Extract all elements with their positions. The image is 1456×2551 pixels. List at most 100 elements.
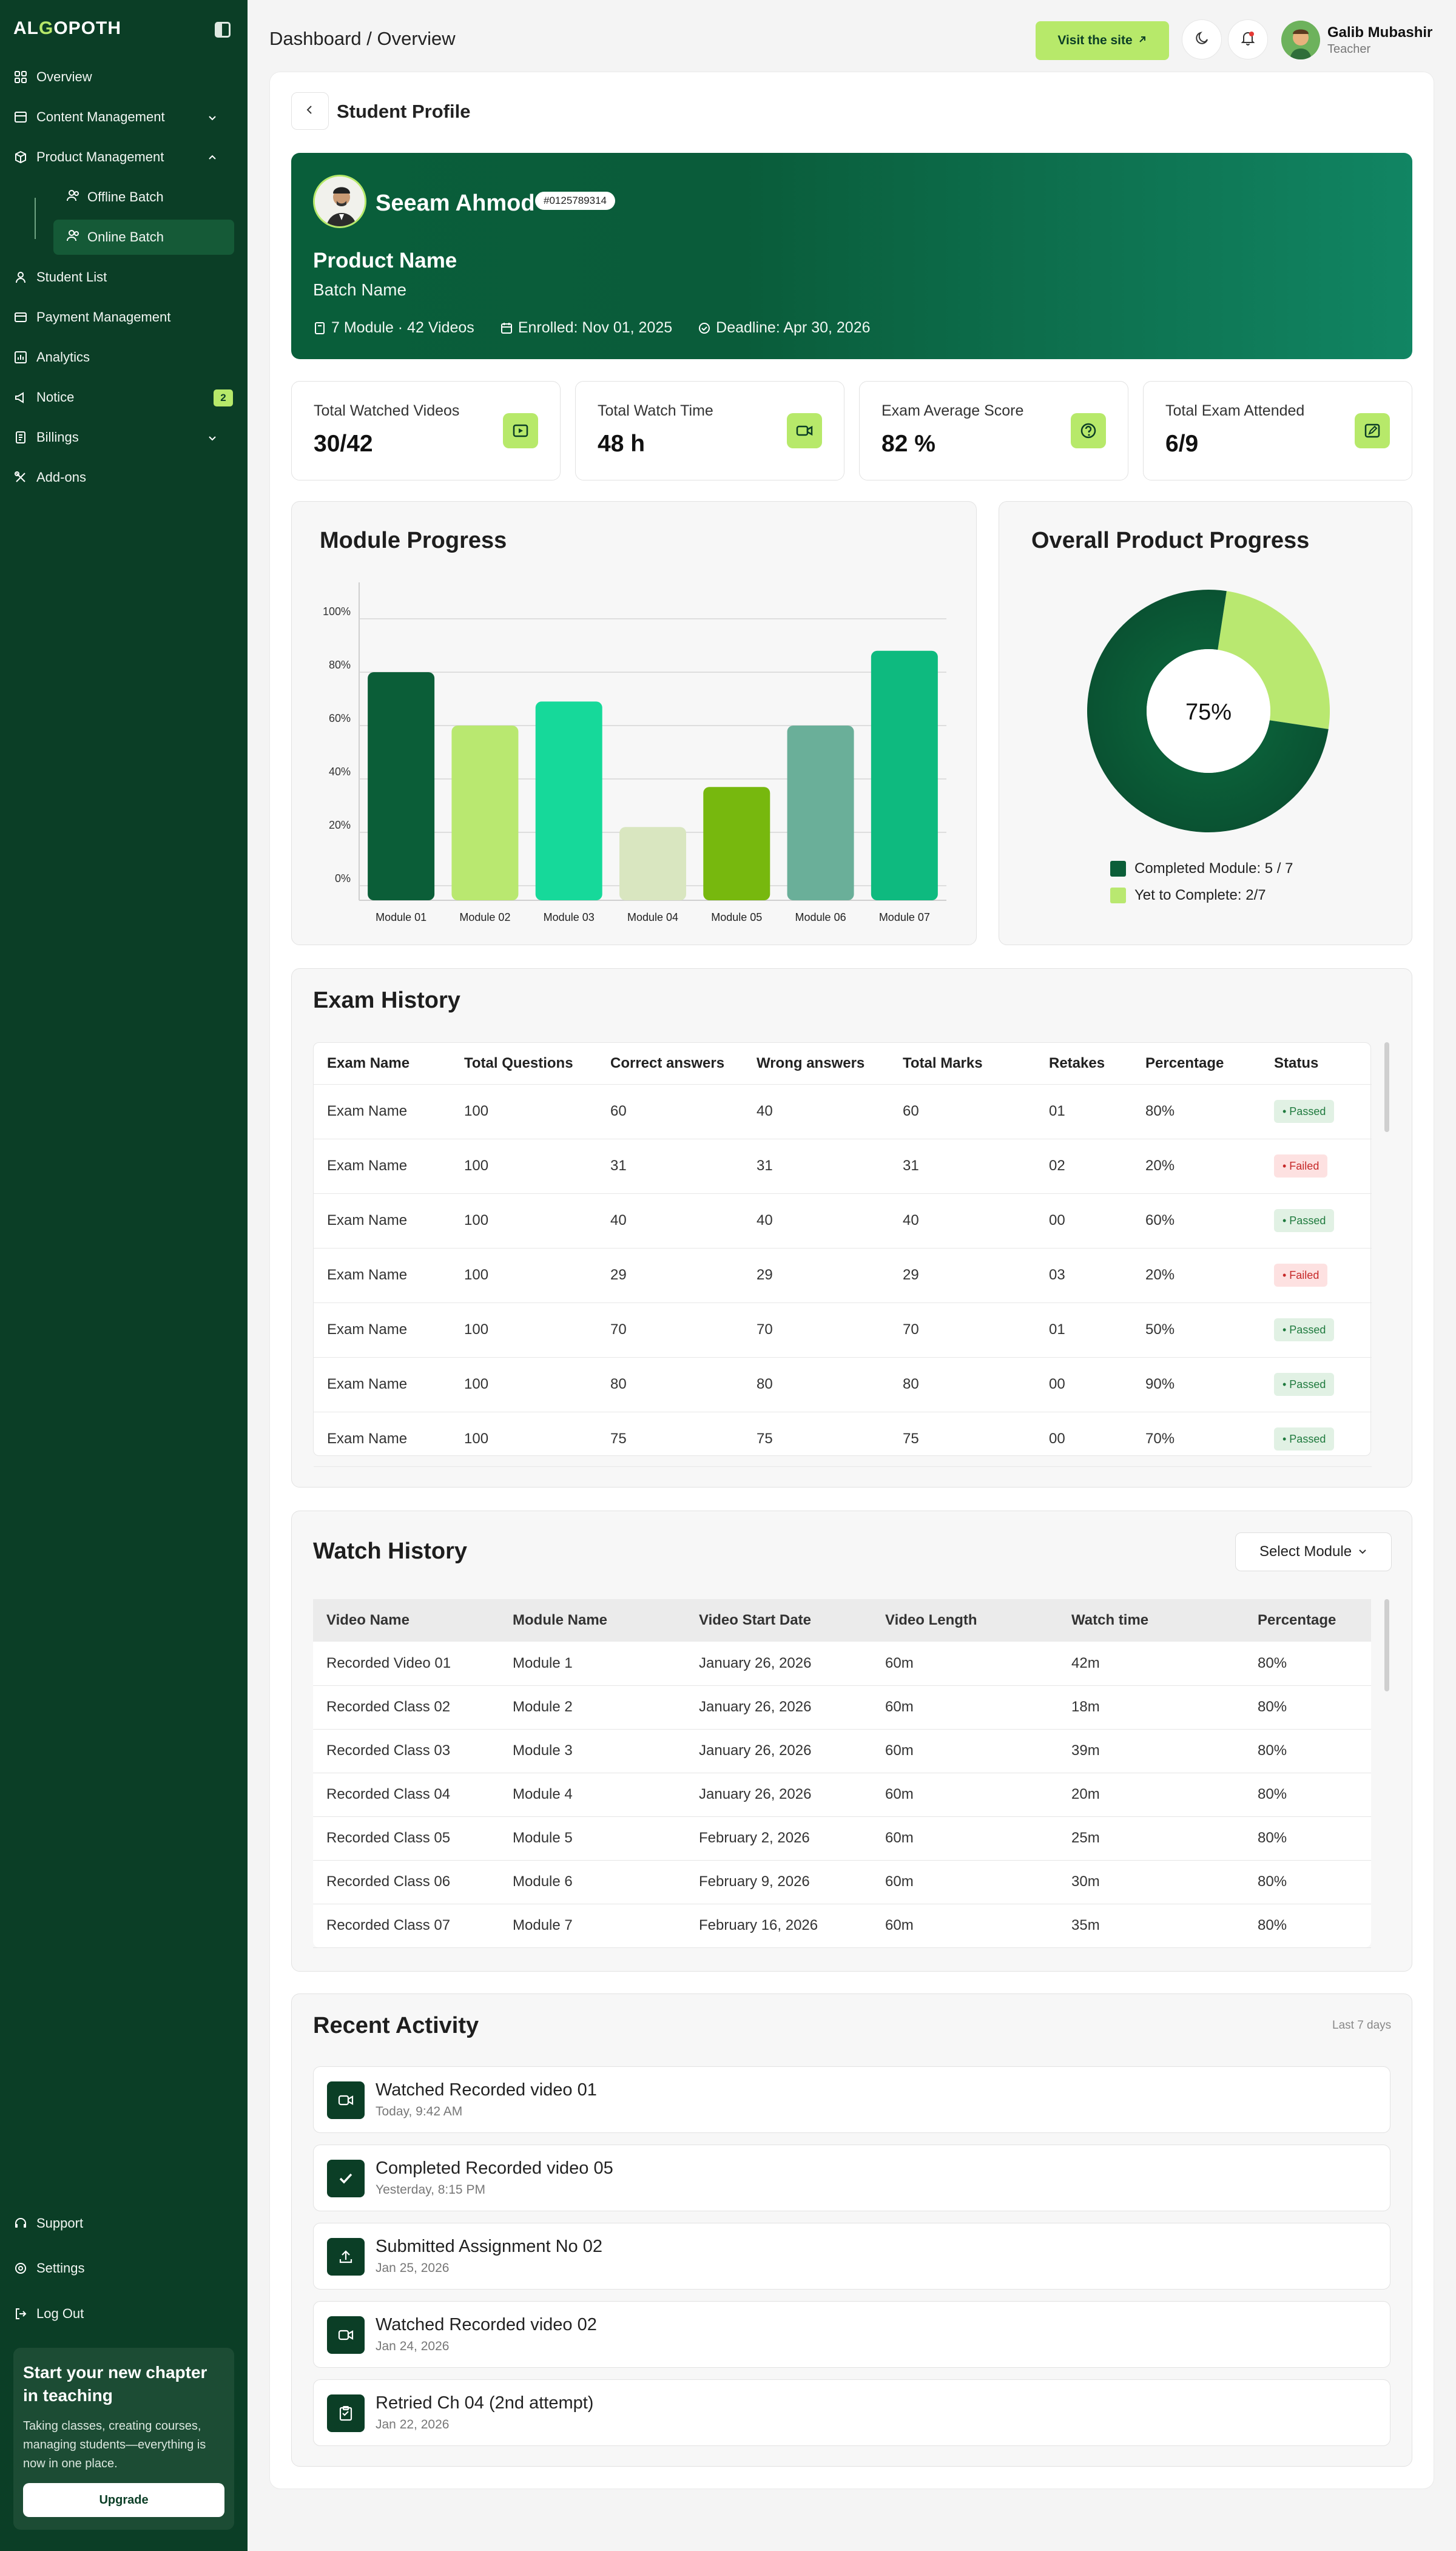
sidebar-item-label: Offline Batch (87, 189, 164, 204)
table-cell: 75 (743, 1412, 889, 1467)
table-cell: Exam Name (314, 1139, 451, 1194)
y-tick-label: 40% (329, 766, 351, 778)
bar[interactable] (451, 726, 519, 900)
sidebar-item-analytics[interactable]: Analytics (13, 340, 90, 375)
activity-item[interactable]: Retried Ch 04 (2nd attempt) Jan 22, 2026 (313, 2379, 1390, 2446)
chevron-down-icon (207, 110, 217, 126)
activity-item[interactable]: Watched Recorded video 01 Today, 9:42 AM (313, 2066, 1390, 2133)
student-name: Seeam Ahmod (376, 190, 535, 216)
sidebar-item-product-management[interactable]: Product Management (13, 140, 226, 175)
sidebar-item-label: Payment Management (36, 309, 171, 325)
sidebar-item-label: Support (36, 2216, 84, 2231)
x-tick-label: Module 04 (627, 911, 678, 922)
back-button[interactable] (291, 92, 329, 130)
table-row[interactable]: Recorded Class 02 Module 2 January 26, 202… (313, 1685, 1371, 1730)
sidebar-item-overview[interactable]: Overview (13, 59, 92, 95)
table-cell: Module 2 (499, 1685, 686, 1730)
table-row[interactable]: Exam Name 100 75 75 75 00 70% • Passed (314, 1412, 1372, 1467)
sidebar-item-notice[interactable]: Notice 2 (13, 380, 233, 415)
sidebar-item-log-out[interactable]: Log Out (13, 2296, 84, 2331)
table-cell: Exam Name (314, 1193, 451, 1249)
visit-site-label: Visit the site (1057, 33, 1133, 47)
table-row[interactable]: Recorded Class 04 Module 4 January 26, 202… (313, 1773, 1371, 1817)
table-cell: February 16, 2026 (686, 1904, 872, 1948)
bar[interactable] (368, 672, 435, 900)
bar[interactable] (871, 650, 938, 900)
table-cell: 80% (1244, 1904, 1371, 1948)
clipboard-icon (327, 2394, 365, 2432)
column-header: Total Marks (889, 1043, 1036, 1085)
select-module-dropdown[interactable]: Select Module (1235, 1532, 1392, 1571)
table-cell: 80% (1244, 1860, 1371, 1904)
submenu-line (35, 198, 36, 239)
table-row[interactable]: Recorded Class 03 Module 3 January 26, 202… (313, 1729, 1371, 1773)
table-cell: February 2, 2026 (686, 1816, 872, 1861)
sidebar-item-billings[interactable]: Billings (13, 420, 226, 455)
bar[interactable] (619, 827, 686, 900)
bar[interactable] (787, 726, 854, 900)
sidebar-item-add-ons[interactable]: Add-ons (13, 460, 86, 495)
app-logo[interactable]: ALGOPOTH (13, 18, 121, 39)
table-cell: Module 7 (499, 1904, 686, 1948)
sidebar-toggle-icon[interactable] (215, 22, 231, 38)
table-row[interactable]: Exam Name 100 80 80 80 00 90% • Passed (314, 1357, 1372, 1412)
notification-button[interactable] (1228, 19, 1268, 59)
table-cell: 00 (1036, 1193, 1132, 1249)
video-icon (503, 413, 538, 448)
theme-toggle-button[interactable] (1182, 19, 1222, 59)
activity-item[interactable]: Completed Recorded video 05 Yesterday, 8:… (313, 2145, 1390, 2211)
sidebar-item-support[interactable]: Support (13, 2206, 83, 2241)
table-cell: 100 (451, 1357, 597, 1412)
grid-icon (13, 70, 28, 84)
logo-accent: G (39, 18, 54, 38)
table-cell: 60m (872, 1904, 1058, 1948)
activity-item[interactable]: Watched Recorded video 02 Jan 24, 2026 (313, 2301, 1390, 2368)
sidebar-item-settings[interactable]: Settings (13, 2251, 85, 2286)
legend-swatch (1110, 888, 1126, 903)
column-header: Correct answers (597, 1043, 743, 1085)
activity-title: Watched Recorded video 01 (376, 2080, 597, 2100)
activity-item[interactable]: Submitted Assignment No 02 Jan 25, 2026 (313, 2223, 1390, 2290)
table-row[interactable]: Exam Name 100 60 40 60 01 80% • Passed (314, 1084, 1372, 1139)
table-row[interactable]: Exam Name 100 40 40 40 00 60% • Passed (314, 1193, 1372, 1249)
sidebar-item-label: Settings (36, 2260, 85, 2276)
activity-time: Jan 25, 2026 (376, 2261, 450, 2275)
sidebar-item-content-management[interactable]: Content Management (13, 99, 226, 135)
sidebar-item-label: Billings (36, 430, 79, 445)
table-row[interactable]: Exam Name 100 70 70 70 01 50% • Passed (314, 1302, 1372, 1358)
watch-table-scrollbar[interactable] (1384, 1599, 1389, 1691)
table-row[interactable]: Recorded Class 05 Module 5 February 2, 202… (313, 1816, 1371, 1861)
visit-site-button[interactable]: Visit the site (1036, 21, 1169, 60)
sidebar-subitem-offline-batch[interactable]: Offline Batch (53, 180, 234, 215)
table-row[interactable]: Exam Name 100 31 31 31 02 20% • Failed (314, 1139, 1372, 1194)
status-badge: • Passed (1274, 1427, 1335, 1451)
table-cell: Exam Name (314, 1248, 451, 1303)
sidebar-item-payment-management[interactable]: Payment Management (13, 300, 170, 335)
exam-history-table-wrap[interactable]: Exam Name Total Questions Correct answers W… (313, 1042, 1372, 1467)
table-cell: 31 (889, 1139, 1036, 1194)
table-row[interactable]: Exam Name 100 29 29 29 03 20% • Failed (314, 1248, 1372, 1303)
y-tick-label: 80% (329, 659, 351, 671)
table-cell: Recorded Class 03 (313, 1729, 499, 1773)
user-avatar[interactable] (1281, 21, 1320, 59)
column-header: Watch time (1058, 1599, 1244, 1642)
sidebar-subitem-online-batch[interactable]: Online Batch (53, 220, 234, 255)
user-name: Galib Mubashir (1327, 24, 1433, 41)
table-cell: 60m (872, 1816, 1058, 1861)
bar[interactable] (703, 787, 770, 900)
table-cell: 70 (597, 1302, 743, 1358)
upgrade-button[interactable]: Upgrade (23, 2483, 224, 2517)
column-header: Exam Name (314, 1043, 451, 1085)
table-cell: 100 (451, 1193, 597, 1249)
table-cell: Recorded Class 05 (313, 1816, 499, 1861)
table-cell: 100 (451, 1412, 597, 1467)
x-tick-label: Module 03 (544, 911, 595, 922)
bar[interactable] (535, 701, 602, 900)
watch-history-table-wrap[interactable]: Video Name Module Name Video Start Date Vid… (313, 1599, 1371, 1948)
sidebar-item-student-list[interactable]: Student List (13, 260, 107, 295)
table-row[interactable]: Recorded Class 06 Module 6 February 9, 202… (313, 1860, 1371, 1904)
table-row[interactable]: Recorded Video 01 Module 1 January 26, 202… (313, 1642, 1371, 1686)
exam-table-scrollbar[interactable] (1384, 1042, 1389, 1132)
column-header: Percentage (1132, 1043, 1261, 1085)
table-row[interactable]: Recorded Class 07 Module 7 February 16, 20… (313, 1904, 1371, 1948)
